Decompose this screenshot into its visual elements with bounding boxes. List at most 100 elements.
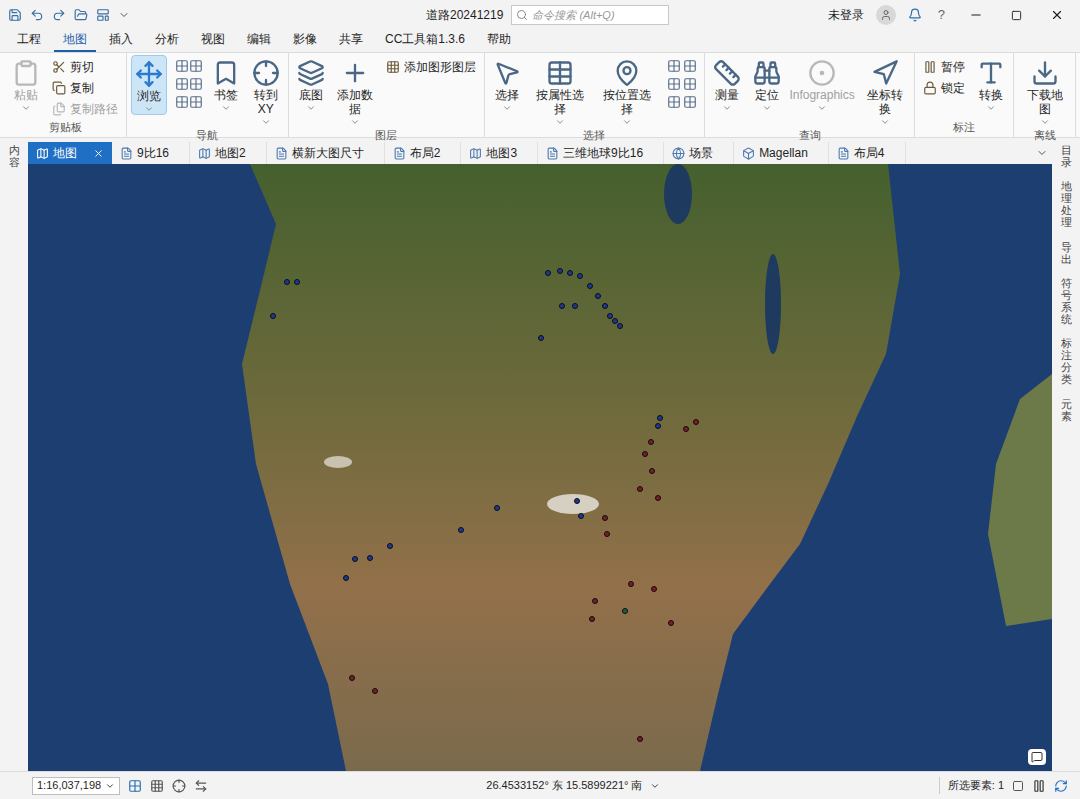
ribbon-tab[interactable]: CC工具箱1.3.6 xyxy=(376,30,474,52)
map-pin[interactable] xyxy=(572,303,578,309)
grid-icon[interactable] xyxy=(128,779,142,793)
tool-icon[interactable] xyxy=(189,77,203,91)
close-tab-icon[interactable] xyxy=(93,148,104,159)
map-pin[interactable] xyxy=(367,555,373,561)
maximize-icon[interactable] xyxy=(1011,10,1022,21)
map-pin[interactable] xyxy=(587,283,593,289)
ribbon-tab[interactable]: 分析 xyxy=(146,30,188,52)
map-pin[interactable] xyxy=(577,273,583,279)
side-tab[interactable]: 元素 xyxy=(1061,398,1072,422)
tool-icon[interactable] xyxy=(667,59,681,73)
tool-icon[interactable] xyxy=(189,95,203,109)
ribbon-small-button[interactable]: 复制 xyxy=(48,79,122,97)
ribbon-large-button[interactable]: 书签 xyxy=(208,55,244,113)
map-pin[interactable] xyxy=(649,468,655,474)
ribbon-large-button[interactable]: 定位 xyxy=(749,55,785,113)
refresh-icon[interactable] xyxy=(1054,779,1068,793)
refresh-view-icon[interactable] xyxy=(1012,780,1024,792)
map-pin[interactable] xyxy=(683,426,689,432)
map-pin[interactable] xyxy=(637,736,643,742)
side-tab[interactable]: 内容 xyxy=(9,144,20,168)
quick-access-icon[interactable] xyxy=(30,8,44,22)
document-tab[interactable]: 9比16 xyxy=(112,142,190,164)
map-pin[interactable] xyxy=(637,486,643,492)
map-pin[interactable] xyxy=(642,451,648,457)
ribbon-large-button[interactable]: 粘贴 xyxy=(8,55,44,113)
document-tab[interactable]: 横新大图尺寸 xyxy=(267,142,385,164)
tool-icon[interactable] xyxy=(667,77,681,91)
ribbon-tab[interactable]: 编辑 xyxy=(238,30,280,52)
ribbon-large-button[interactable]: 添加数据 xyxy=(333,55,378,127)
map-pin[interactable] xyxy=(602,303,608,309)
map-pin[interactable] xyxy=(617,323,623,329)
ribbon-small-button[interactable]: 锁定 xyxy=(919,79,969,97)
side-tab[interactable]: 目录 xyxy=(1061,144,1072,168)
ribbon-large-button[interactable]: Infographics xyxy=(789,55,855,113)
pause-drawing-icon[interactable] xyxy=(1032,779,1046,793)
ribbon-small-button[interactable]: 添加图形图层 xyxy=(382,58,480,76)
ribbon-large-button[interactable]: 转到 XY xyxy=(248,55,284,127)
tool-icon[interactable] xyxy=(667,95,681,109)
map-pin[interactable] xyxy=(557,268,563,274)
map-pin[interactable] xyxy=(538,335,544,341)
tool-icon[interactable] xyxy=(683,59,697,73)
map-pin[interactable] xyxy=(589,616,595,622)
map-pin[interactable] xyxy=(655,423,661,429)
quick-access-icon[interactable] xyxy=(52,8,66,22)
map-pin[interactable] xyxy=(648,439,654,445)
ribbon-large-button[interactable]: 选择 xyxy=(489,55,525,113)
nav-tool-grid[interactable] xyxy=(663,55,700,113)
ribbon-large-button[interactable]: 按属性选择 xyxy=(529,55,592,127)
map-pin[interactable] xyxy=(294,279,300,285)
map-pin[interactable] xyxy=(458,527,464,533)
side-tab[interactable]: 地理处理 xyxy=(1061,180,1072,228)
ribbon-large-button[interactable]: 测量 xyxy=(709,55,745,113)
document-tab[interactable]: 三维地球9比16 xyxy=(538,142,664,164)
map-pin[interactable] xyxy=(559,303,565,309)
tool-icon[interactable] xyxy=(683,95,697,109)
map-pin[interactable] xyxy=(270,313,276,319)
map-pin[interactable] xyxy=(578,513,584,519)
ribbon-large-button[interactable]: 按位置选择 xyxy=(596,55,659,127)
snapping-icon[interactable] xyxy=(172,779,186,793)
map-pin[interactable] xyxy=(567,270,573,276)
side-tab[interactable]: 符号系统 xyxy=(1061,277,1072,325)
map-pin[interactable] xyxy=(628,581,634,587)
map-pin[interactable] xyxy=(545,270,551,276)
map-pin[interactable] xyxy=(693,419,699,425)
side-tab[interactable]: 导出 xyxy=(1061,241,1072,265)
rotate-icon[interactable] xyxy=(194,779,208,793)
map-pin[interactable] xyxy=(574,498,580,504)
document-tab[interactable]: 地图3 xyxy=(461,142,538,164)
document-tab[interactable]: Magellan xyxy=(734,142,829,164)
ribbon-tab[interactable]: 工程 xyxy=(8,30,50,52)
map-pin[interactable] xyxy=(343,575,349,581)
document-tab[interactable]: 布局4 xyxy=(829,142,906,164)
ribbon-small-button[interactable]: 复制路径 xyxy=(48,100,122,118)
tool-icon[interactable] xyxy=(175,59,189,73)
tool-icon[interactable] xyxy=(683,77,697,91)
map-pin[interactable] xyxy=(352,556,358,562)
nav-tool-grid[interactable] xyxy=(171,55,204,113)
quick-access-icon[interactable] xyxy=(96,8,110,22)
dropdown-icon[interactable] xyxy=(650,781,660,791)
map-view[interactable] xyxy=(28,164,1052,771)
ribbon-large-button[interactable]: 转换 xyxy=(973,55,1009,113)
ribbon-tab[interactable]: 视图 xyxy=(192,30,234,52)
map-pin[interactable] xyxy=(284,279,290,285)
close-icon[interactable] xyxy=(1050,8,1064,22)
document-tab[interactable]: 地图 xyxy=(28,142,112,164)
table-icon[interactable] xyxy=(150,779,164,793)
sign-in-status[interactable]: 未登录 xyxy=(828,6,864,24)
map-pin[interactable] xyxy=(349,675,355,681)
map-pin[interactable] xyxy=(622,608,628,614)
ribbon-tab[interactable]: 影像 xyxy=(284,30,326,52)
map-pin[interactable] xyxy=(668,620,674,626)
ribbon-large-button[interactable]: 坐标转换 xyxy=(859,55,910,127)
ribbon-tab[interactable]: 地图 xyxy=(54,30,96,52)
tool-icon[interactable] xyxy=(175,77,189,91)
ribbon-large-button[interactable]: 下载地图 xyxy=(1018,55,1071,127)
document-tab[interactable]: 布局2 xyxy=(385,142,462,164)
ribbon-small-button[interactable]: 暂停 xyxy=(919,58,969,76)
map-pin[interactable] xyxy=(602,515,608,521)
